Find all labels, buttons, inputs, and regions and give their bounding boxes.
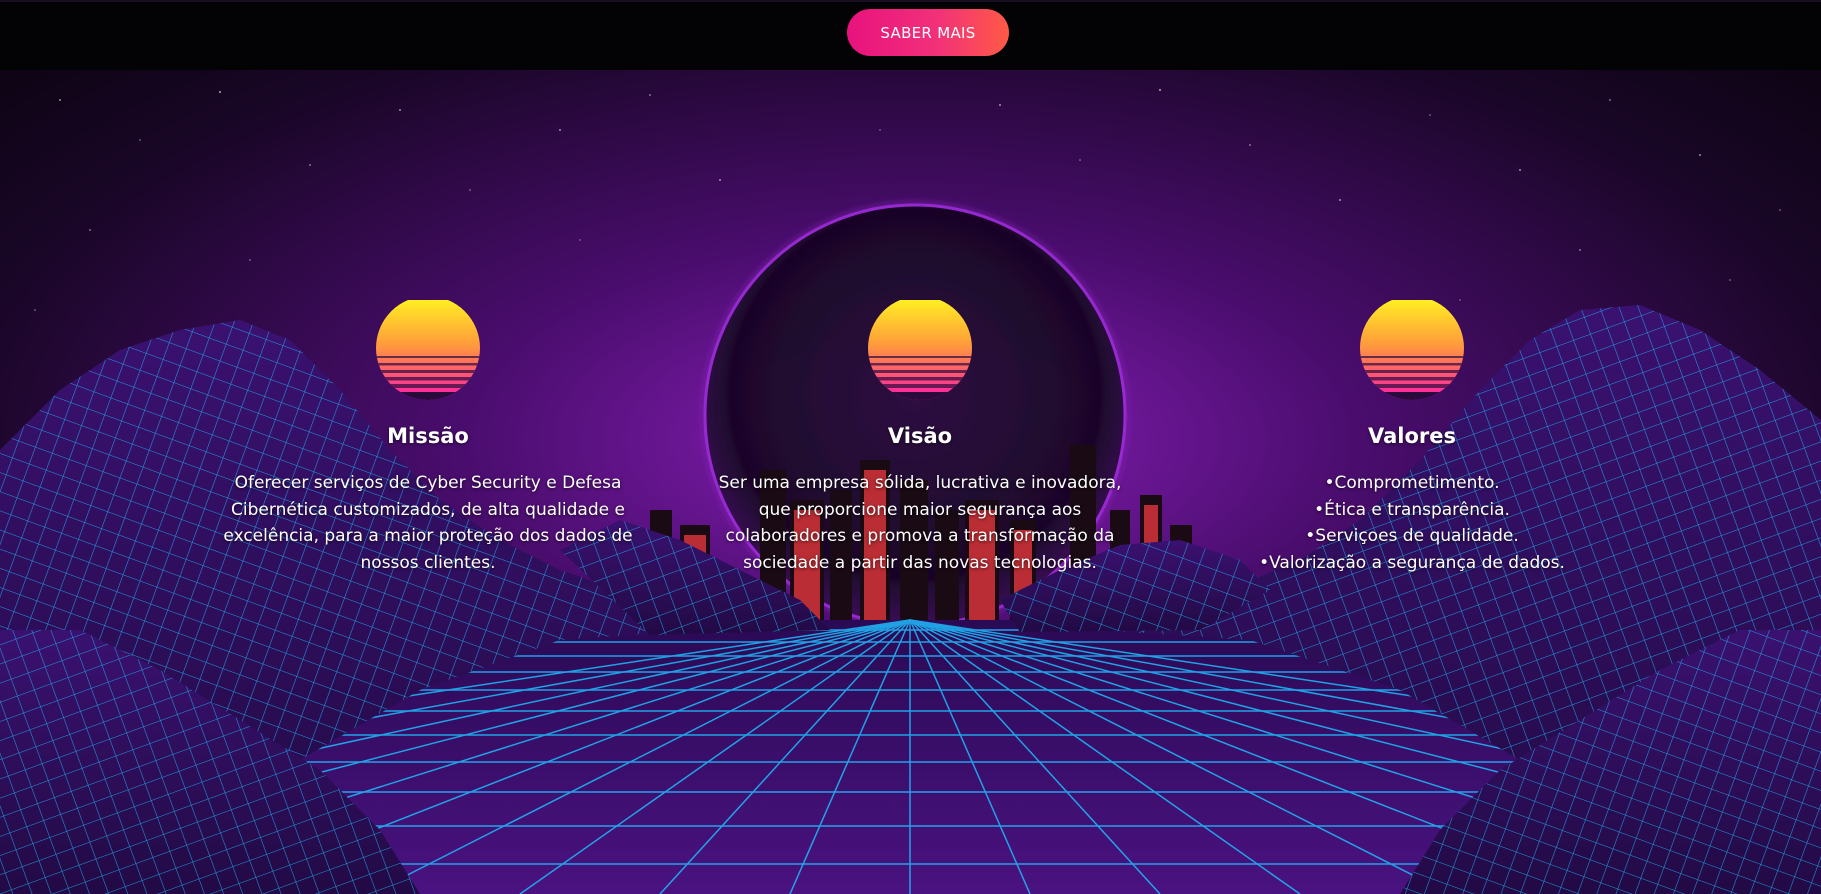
hero-section: Missão Oferecer serviços de Cyber Securi…: [0, 70, 1821, 894]
list-item: Serviçoes de qualidade.: [1202, 523, 1622, 550]
card-missao: Missão Oferecer serviços de Cyber Securi…: [218, 300, 638, 576]
saber-mais-button[interactable]: SABER MAIS: [847, 9, 1009, 56]
list-item: Ética e transparência.: [1202, 497, 1622, 524]
list-item: Valorização a segurança de dados.: [1202, 550, 1622, 577]
list-item: Comprometimento.: [1202, 470, 1622, 497]
card-title: Valores: [1368, 424, 1456, 448]
card-text: Oferecer serviços de Cyber Security e De…: [223, 473, 633, 573]
retro-sun-icon: [1360, 300, 1464, 400]
retro-sun-icon: [868, 300, 972, 400]
values-list: Comprometimento. Ética e transparência. …: [1202, 470, 1622, 576]
card-title: Missão: [387, 424, 469, 448]
card-visao: Visão Ser uma empresa sólida, lucrativa …: [710, 300, 1130, 576]
card-text: Ser uma empresa sólida, lucrativa e inov…: [718, 473, 1122, 573]
card-title: Visão: [887, 424, 953, 448]
card-valores: Valores Comprometimento. Ética e transpa…: [1202, 300, 1622, 576]
retro-sun-icon: [376, 300, 480, 400]
top-bar: SABER MAIS: [0, 0, 1821, 70]
